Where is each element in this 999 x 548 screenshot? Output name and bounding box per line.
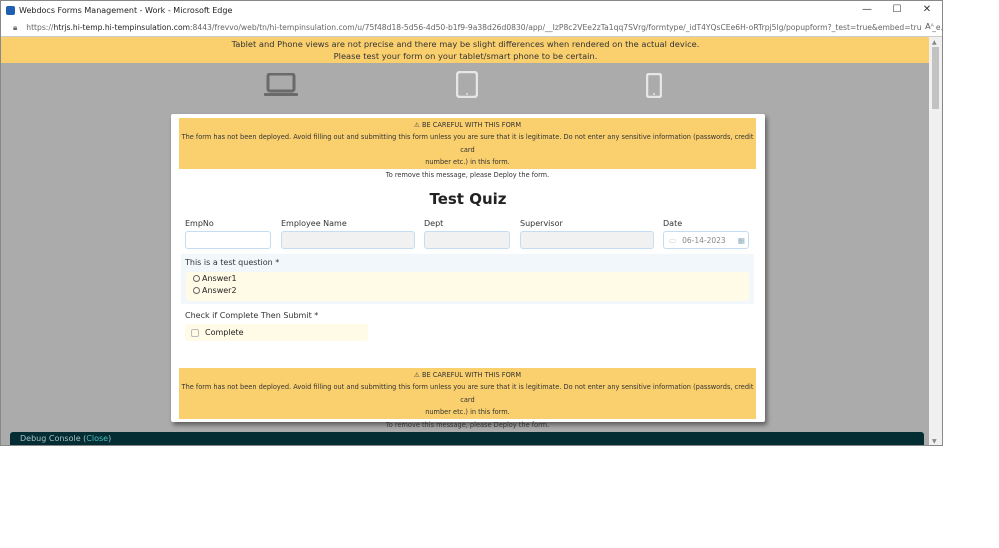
url-scheme: https://	[26, 23, 54, 32]
form-title: Test Quiz	[429, 190, 507, 208]
warning-title: ⚠ BE CAREFUL WITH THIS FORM	[179, 369, 756, 381]
radio-icon[interactable]	[193, 287, 200, 294]
debug-console-label: Debug Console (	[20, 434, 87, 443]
debug-console: Debug Console (Close)	[10, 432, 924, 445]
warning-icon: ⚠	[413, 121, 420, 129]
complete-checkbox[interactable]: Complete	[185, 324, 368, 341]
employee-name-input[interactable]	[281, 231, 415, 249]
date-input[interactable]: ▭ 06-14-2023 ▦	[663, 231, 749, 249]
answer1-radio[interactable]: Answer1	[193, 274, 237, 283]
question-section: This is a test question * Answer1 Answer…	[181, 254, 754, 304]
warning-text: number etc.) in this form.	[425, 158, 510, 167]
employee-name-label: Employee Name	[281, 219, 347, 228]
warning-box-top: ⚠ BE CAREFUL WITH THIS FORM The form has…	[179, 118, 756, 179]
scroll-down-icon[interactable]: ▼	[932, 438, 937, 445]
supervisor-label: Supervisor	[520, 219, 563, 228]
answer2-radio[interactable]: Answer2	[193, 286, 237, 295]
preview-banner: Tablet and Phone views are not precise a…	[1, 37, 930, 63]
warning-text: To remove this message, please Deploy th…	[385, 420, 550, 429]
scrollbar[interactable]: ▲ ▼	[929, 37, 942, 445]
checkbox-label: Complete	[205, 328, 244, 337]
warning-text: The form has not been deployed. Avoid fi…	[181, 133, 754, 154]
warning-title: ⚠ BE CAREFUL WITH THIS FORM	[179, 119, 756, 131]
warning-text: The form has not been deployed. Avoid fi…	[181, 383, 754, 404]
url-host: htrjs.hi-temp.hi-tempinsulation.com	[53, 23, 191, 32]
device-selector	[1, 69, 930, 101]
debug-console-paren: )	[108, 434, 112, 443]
banner-line: Please test your form on your tablet/sma…	[333, 51, 598, 61]
address-bar[interactable]: 🔒︎ https://htrjs.hi-temp.hi-tempinsulati…	[1, 19, 942, 37]
warning-title-text: BE CAREFUL WITH THIS FORM	[421, 121, 522, 129]
warning-title-text: BE CAREFUL WITH THIS FORM	[421, 371, 522, 379]
phone-view-icon[interactable]	[646, 73, 662, 98]
close-button[interactable]: ✕	[912, 1, 942, 19]
browser-window: Webdocs Forms Management - Work - Micros…	[0, 0, 943, 446]
dept-input[interactable]	[424, 231, 510, 249]
question-label: This is a test question *	[185, 258, 280, 267]
minimize-button[interactable]: —	[852, 1, 882, 19]
read-aloud-icon[interactable]: Aᴬ	[921, 22, 934, 31]
warning-icon: ⚠	[413, 371, 420, 379]
answer-options: Answer1 Answer2	[186, 272, 749, 301]
date-label: Date	[663, 219, 683, 228]
debug-close-link[interactable]: Close	[86, 434, 108, 443]
url-path: :8443/frevvo/web/tn/hi-tempinsulation.co…	[190, 23, 942, 32]
form-card: ⚠ BE CAREFUL WITH THIS FORM The form has…	[171, 114, 765, 429]
empno-input[interactable]	[185, 231, 271, 249]
warning-box-bottom: ⚠ BE CAREFUL WITH THIS FORM The form has…	[179, 368, 756, 429]
scrollbar-thumb[interactable]	[932, 47, 939, 109]
app-logo-icon	[6, 5, 15, 15]
scroll-up-icon[interactable]: ▲	[932, 39, 937, 46]
supervisor-input[interactable]	[520, 231, 654, 249]
radio-icon[interactable]	[193, 275, 200, 282]
banner-line: Tablet and Phone views are not precise a…	[231, 39, 700, 49]
option-label: Answer2	[202, 286, 237, 295]
empno-label: EmpNo	[185, 219, 214, 228]
checkbox-icon[interactable]	[191, 328, 199, 337]
warning-text: number etc.) in this form.	[425, 408, 510, 417]
window-title: Webdocs Forms Management - Work - Micros…	[19, 5, 233, 15]
title-bar: Webdocs Forms Management - Work - Micros…	[1, 1, 942, 19]
tablet-view-icon[interactable]	[456, 71, 478, 98]
option-label: Answer1	[202, 274, 237, 283]
lock-icon: 🔒︎	[13, 22, 18, 32]
dept-label: Dept	[424, 219, 444, 228]
warning-text: To remove this message, please Deploy th…	[385, 170, 550, 179]
desktop-view-icon[interactable]	[263, 73, 299, 97]
maximize-button[interactable]: ☐	[882, 1, 912, 19]
check-label: Check if Complete Then Submit *	[185, 311, 319, 320]
date-value: 06-14-2023	[682, 235, 726, 245]
calendar-icon: ▭	[669, 235, 677, 245]
calendar-picker-icon[interactable]: ▦	[738, 236, 745, 245]
